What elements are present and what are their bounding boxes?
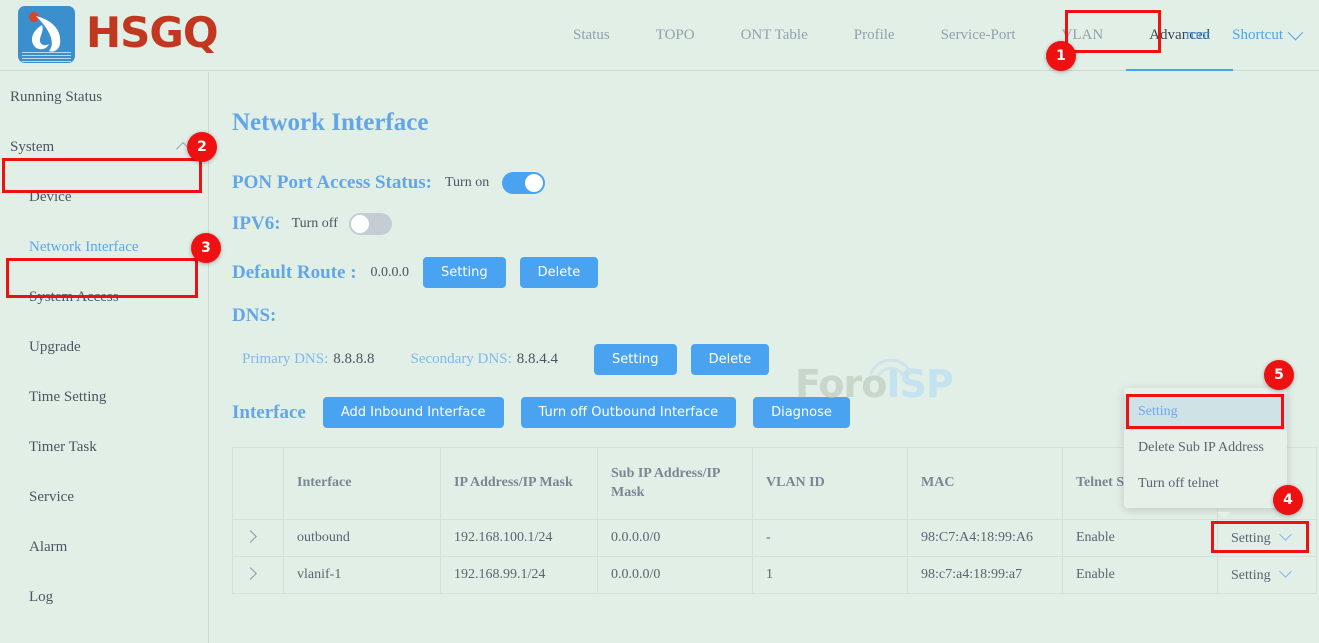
row-setting-label: Setting [1231, 568, 1271, 583]
logo-waterlines [22, 52, 71, 61]
nav-item-status[interactable]: Status [550, 0, 633, 71]
default-route-label: Default Route : [232, 262, 357, 284]
sidebar-item-log[interactable]: Log [0, 572, 208, 622]
nav-item-service-port[interactable]: Service-Port [918, 0, 1039, 71]
dropdown-item-setting[interactable]: Setting [1124, 394, 1287, 430]
user-name-label: root [1186, 27, 1210, 44]
table-col-vlan-id: VLAN ID [753, 448, 908, 520]
cell-interface: vlanif-1 [284, 557, 441, 594]
sidebar-item-network-interface[interactable]: Network Interface [0, 222, 208, 272]
cell-telnet-status: Enable [1063, 557, 1218, 594]
cell-ip-address: 192.168.100.1/24 [441, 520, 598, 557]
watermark-text-isp: ISP [886, 362, 952, 406]
table-col-sub-ip-address: Sub IP Address/IP Mask [598, 448, 753, 520]
pon-port-toggle[interactable] [502, 172, 545, 194]
turn-off-outbound-interface-button[interactable]: Turn off Outbound Interface [521, 397, 737, 428]
cell-telnet-status: Enable [1063, 520, 1218, 557]
dns-setting-button[interactable]: Setting [594, 344, 677, 375]
dropdown-item-delete-sub-ip-address[interactable]: Delete Sub IP Address [1124, 430, 1287, 466]
chevron-down-icon [1279, 565, 1292, 578]
cell-mac: 98:c7:a4:18:99:a7 [908, 557, 1063, 594]
ipv6-toggle[interactable] [349, 213, 392, 235]
user-menu[interactable]: root [1186, 27, 1210, 44]
sidebar-item-alarm[interactable]: Alarm [0, 522, 208, 572]
cell-ip-address: 192.168.99.1/24 [441, 557, 598, 594]
row-setting-label: Setting [1231, 531, 1271, 546]
primary-dns-value: 8.8.8.8 [333, 351, 374, 368]
sidebar-item-running-status[interactable]: Running Status [0, 72, 208, 122]
dropdown-pointer-arrow [1217, 512, 1231, 519]
chevron-right-icon [244, 530, 257, 543]
pon-port-state-text: Turn on [445, 175, 489, 191]
chevron-right-icon [244, 567, 257, 580]
sidebar-item-upgrade[interactable]: Upgrade [0, 322, 208, 372]
default-route-delete-button[interactable]: Delete [520, 257, 599, 288]
row-expand-cell[interactable] [233, 557, 284, 594]
ipv6-label: IPV6: [232, 213, 281, 235]
nav-item-vlan[interactable]: VLAN [1039, 0, 1127, 71]
dropdown-item-turn-off-telnet[interactable]: Turn off telnet [1124, 466, 1287, 502]
shortcut-menu[interactable]: Shortcut [1232, 27, 1301, 44]
table-col-interface: Interface [284, 448, 441, 520]
sidebar-group-system-label: System [10, 139, 54, 156]
main-content: ForoISP Network Interface PON Port Acces… [210, 72, 1319, 643]
sidebar-item-service[interactable]: Service [0, 472, 208, 522]
ipv6-state-text: Turn off [292, 216, 338, 232]
pon-port-access-row: PON Port Access Status: Turn on [232, 172, 545, 194]
primary-dns-label: Primary DNS: [242, 351, 328, 368]
top-navigation: Status TOPO ONT Table Profile Service-Po… [550, 0, 1233, 71]
secondary-dns-value: 8.8.4.4 [517, 351, 558, 368]
sidebar: Running Status System Device Network Int… [0, 72, 209, 643]
default-route-value: 0.0.0.0 [371, 265, 410, 281]
diagnose-button[interactable]: Diagnose [753, 397, 850, 428]
interface-label: Interface [232, 402, 306, 424]
default-route-row: Default Route : 0.0.0.0 Setting Delete [232, 257, 598, 288]
brand-logo: HSGQ [18, 6, 218, 63]
ipv6-row: IPV6: Turn off [232, 213, 392, 235]
table-col-ip-address: IP Address/IP Mask [441, 448, 598, 520]
nav-item-topo[interactable]: TOPO [633, 0, 718, 71]
sidebar-item-time-setting[interactable]: Time Setting [0, 372, 208, 422]
cell-vlan-id: - [753, 520, 908, 557]
brand-name: HSGQ [86, 12, 218, 58]
add-inbound-interface-button[interactable]: Add Inbound Interface [323, 397, 504, 428]
sidebar-item-system-access[interactable]: System Access [0, 272, 208, 322]
cell-interface: outbound [284, 520, 441, 557]
nav-item-profile[interactable]: Profile [831, 0, 918, 71]
wifi-arcs-icon [865, 353, 917, 377]
droplet-swirl-logo-icon [18, 6, 75, 63]
cell-sub-ip-address: 0.0.0.0/0 [598, 520, 753, 557]
header-right-actions: root Shortcut [1186, 0, 1301, 71]
page-title: Network Interface [232, 109, 428, 137]
sidebar-item-device[interactable]: Device [0, 172, 208, 222]
table-col-expand [233, 448, 284, 520]
chevron-down-icon [1279, 528, 1292, 541]
default-route-setting-button[interactable]: Setting [423, 257, 506, 288]
dns-section-label: DNS: [232, 305, 276, 327]
cell-sub-ip-address: 0.0.0.0/0 [598, 557, 753, 594]
app-header: HSGQ Status TOPO ONT Table Profile Servi… [0, 0, 1319, 71]
table-col-mac: MAC [908, 448, 1063, 520]
secondary-dns-label: Secondary DNS: [411, 351, 512, 368]
table-row: outbound 192.168.100.1/24 0.0.0.0/0 - 98… [233, 520, 1317, 557]
row-setting-dropdown[interactable]: Setting [1218, 520, 1317, 557]
sidebar-group-system[interactable]: System [0, 122, 208, 172]
dns-delete-button[interactable]: Delete [691, 344, 770, 375]
row-action-dropdown-menu: Setting Delete Sub IP Address Turn off t… [1124, 388, 1287, 508]
nav-item-ont-table[interactable]: ONT Table [718, 0, 831, 71]
row-expand-cell[interactable] [233, 520, 284, 557]
sidebar-item-timer-task[interactable]: Timer Task [0, 422, 208, 472]
pon-port-access-label: PON Port Access Status: [232, 172, 432, 194]
chevron-down-icon [1288, 25, 1304, 41]
cell-mac: 98:C7:A4:18:99:A6 [908, 520, 1063, 557]
chevron-up-icon [176, 142, 190, 156]
dns-row: Primary DNS: 8.8.8.8 Secondary DNS: 8.8.… [242, 344, 769, 375]
shortcut-label: Shortcut [1232, 27, 1283, 44]
row-setting-dropdown[interactable]: Setting [1218, 557, 1317, 594]
table-row: vlanif-1 192.168.99.1/24 0.0.0.0/0 1 98:… [233, 557, 1317, 594]
interface-toolbar: Interface Add Inbound Interface Turn off… [232, 397, 850, 428]
cell-vlan-id: 1 [753, 557, 908, 594]
logo-swirl-shape [22, 10, 71, 55]
